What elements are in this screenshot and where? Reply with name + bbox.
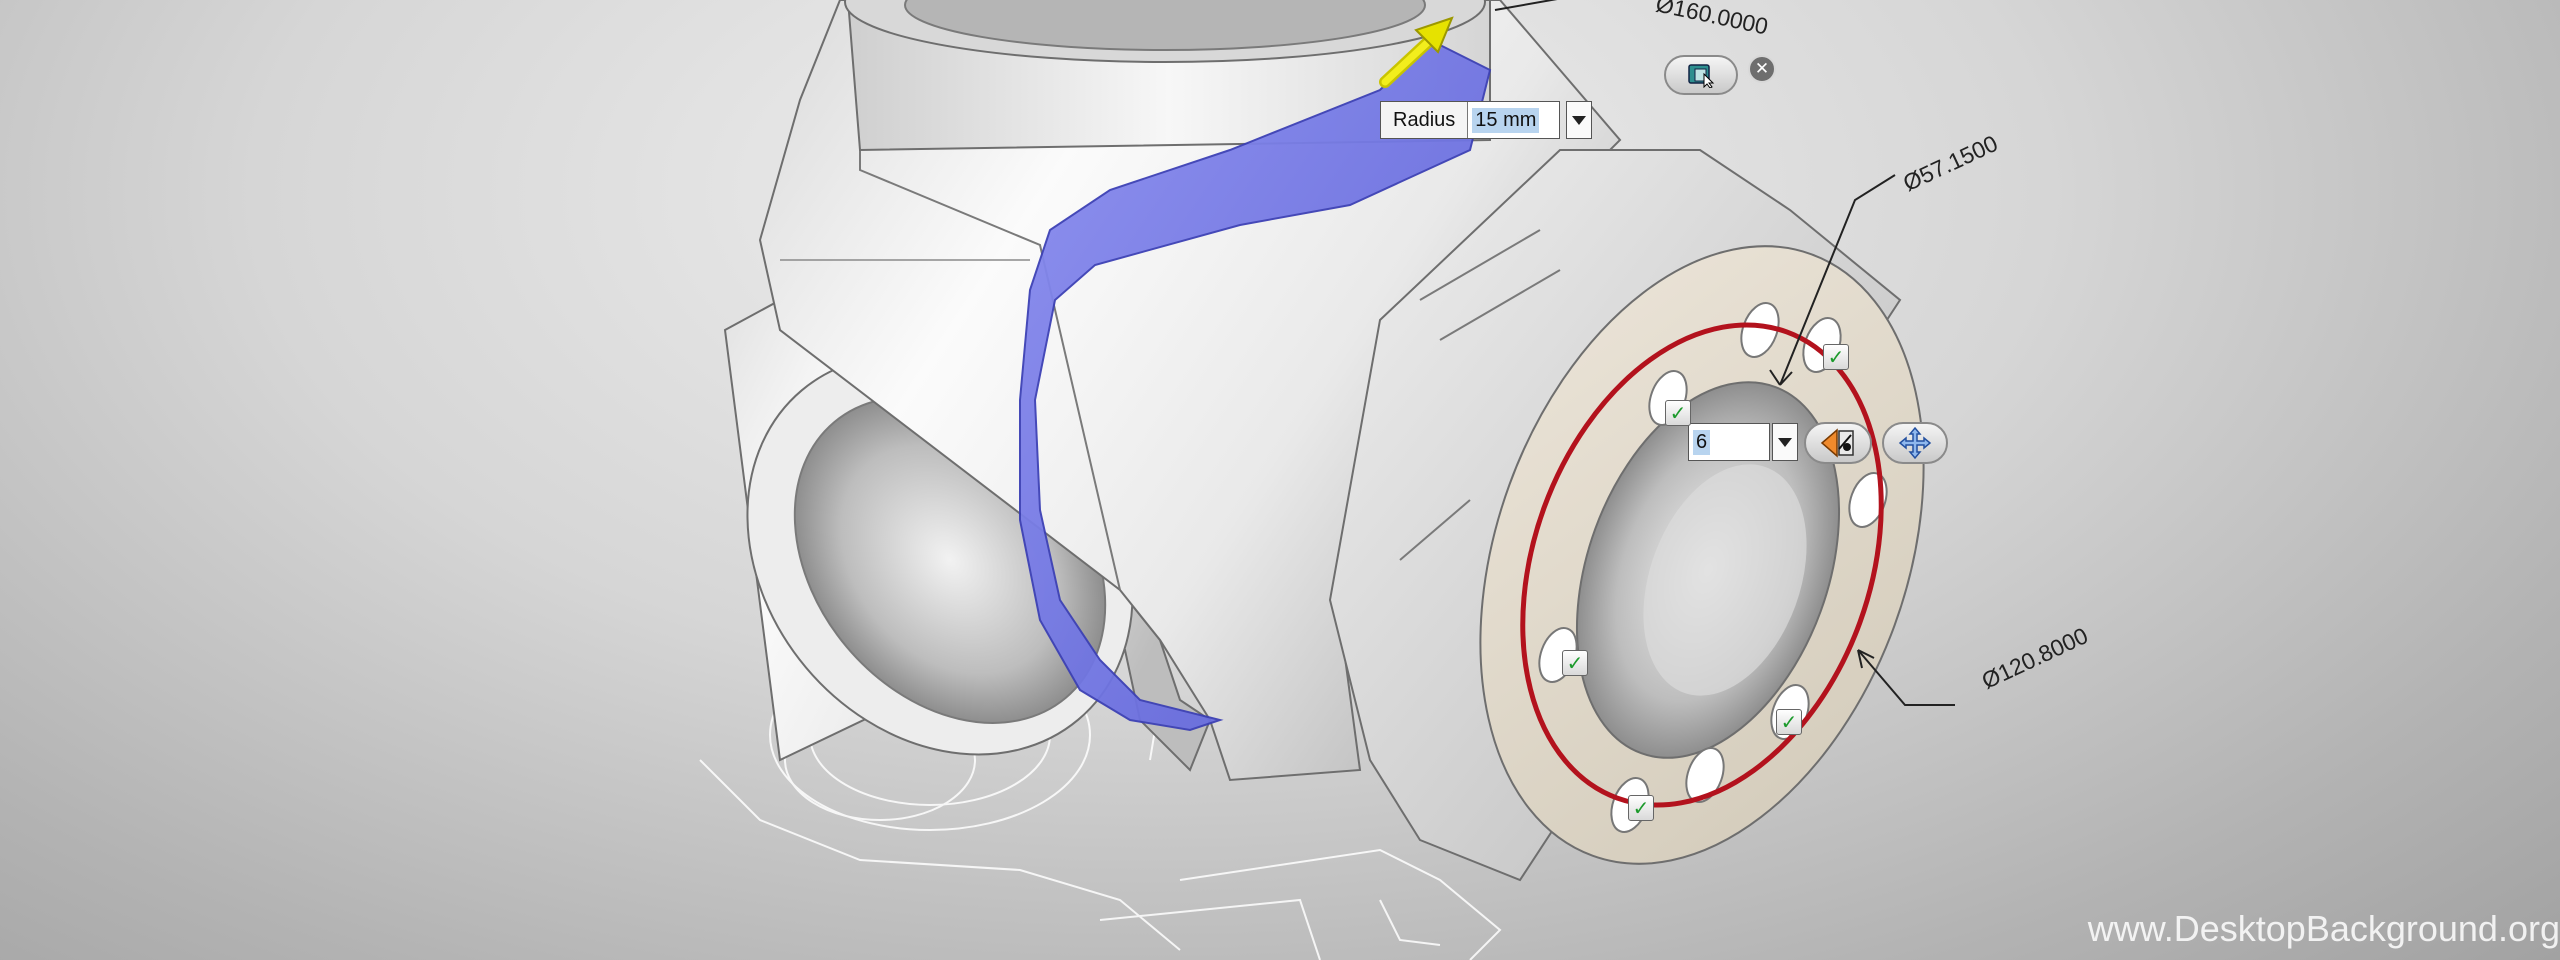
count-dropdown[interactable] [1772, 423, 1798, 461]
count-value[interactable]: 6 [1693, 429, 1711, 455]
radius-input[interactable]: Radius 15 mm [1380, 101, 1560, 139]
checkmark-icon[interactable]: ✓ [1665, 400, 1691, 426]
flip-direction-icon [1820, 428, 1854, 458]
radius-dropdown[interactable] [1566, 101, 1592, 139]
close-icon: ✕ [1754, 58, 1770, 79]
watermark: www.DesktopBackground.org [2087, 908, 2560, 949]
radius-value[interactable]: 15 mm [1472, 107, 1540, 133]
chevron-down-icon [1572, 115, 1586, 125]
count-input[interactable]: 6 [1688, 423, 1770, 461]
chevron-down-icon [1778, 437, 1792, 447]
flip-direction-button[interactable] [1804, 422, 1872, 464]
apply-button[interactable] [1664, 55, 1738, 95]
cad-viewport[interactable]: Ø160.0000 Ø57.1500 Ø120.8000 ✕ Radius 15… [0, 0, 2560, 960]
checkmark-icon[interactable]: ✓ [1823, 344, 1849, 370]
radius-value-wrap[interactable]: 15 mm [1468, 102, 1543, 138]
move-handle-button[interactable] [1882, 422, 1948, 464]
model-canvas [699, 0, 1955, 960]
close-button[interactable]: ✕ [1748, 55, 1776, 83]
checkmark-icon[interactable]: ✓ [1776, 709, 1802, 735]
apply-icon [1688, 64, 1715, 88]
move-handle-icon [1898, 426, 1932, 460]
count-value-wrap[interactable]: 6 [1689, 424, 1714, 460]
radius-label: Radius [1381, 102, 1469, 138]
checkmark-icon[interactable]: ✓ [1562, 650, 1588, 676]
checkmark-icon[interactable]: ✓ [1628, 795, 1654, 821]
